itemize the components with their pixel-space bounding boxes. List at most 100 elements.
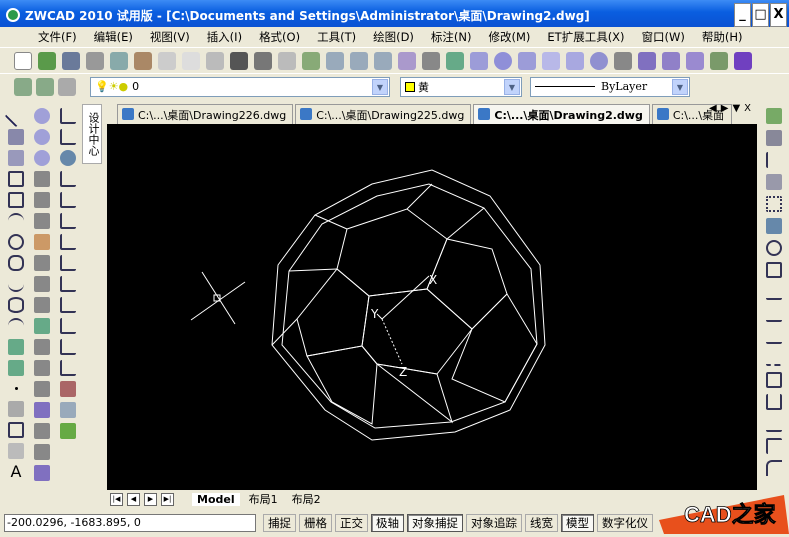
ellipse-icon[interactable]	[8, 297, 24, 313]
tab-model[interactable]: Model	[192, 492, 240, 506]
tablet-toggle[interactable]: 数字化仪	[597, 513, 653, 532]
region-icon[interactable]	[8, 422, 24, 438]
menu-file[interactable]: 文件(F)	[38, 29, 77, 45]
layer-manager-icon[interactable]	[14, 77, 32, 96]
array-icon[interactable]	[766, 196, 782, 212]
box-icon[interactable]	[470, 51, 488, 70]
otrack-toggle[interactable]: 对象追踪	[466, 513, 522, 532]
lengthen-icon[interactable]	[766, 306, 782, 322]
publish-icon[interactable]	[134, 51, 152, 70]
text-icon[interactable]: A	[8, 464, 24, 480]
chevron-down-icon[interactable]: ▼	[504, 78, 520, 95]
rotate-faces-icon[interactable]	[34, 255, 50, 271]
scroll-tabs-left-icon[interactable]: ◀	[709, 103, 717, 114]
shell-icon[interactable]	[34, 444, 50, 460]
undo-icon[interactable]	[254, 51, 272, 70]
clean-icon[interactable]	[34, 402, 50, 418]
new-icon[interactable]	[14, 51, 32, 70]
zoom-previous-icon[interactable]	[374, 51, 392, 70]
torus-icon[interactable]	[590, 51, 608, 70]
zoom-window-icon[interactable]	[350, 51, 368, 70]
taper-faces-icon[interactable]	[34, 276, 50, 292]
paste-icon[interactable]	[206, 51, 224, 70]
ucs-z-icon[interactable]	[60, 318, 76, 334]
check-icon[interactable]	[34, 465, 50, 481]
erase-icon[interactable]	[766, 108, 782, 124]
zoom-realtime-icon[interactable]	[326, 51, 344, 70]
sphere-icon[interactable]	[494, 51, 512, 70]
subtract-icon[interactable]	[34, 129, 50, 145]
circle-icon[interactable]	[8, 234, 24, 250]
trim-icon[interactable]	[766, 328, 782, 344]
design-center-panel-tab[interactable]: 设计中心	[82, 104, 102, 164]
match-properties-icon[interactable]	[230, 51, 248, 70]
last-layout-icon[interactable]: ▶|	[161, 492, 174, 506]
spline-icon[interactable]	[8, 276, 24, 292]
ucs-icon[interactable]	[734, 51, 752, 70]
revcloud-icon[interactable]	[8, 255, 24, 271]
ucs-face-icon[interactable]	[60, 171, 76, 187]
insert-block-icon[interactable]	[8, 339, 24, 355]
mirror-icon[interactable]	[766, 152, 782, 168]
render-icon[interactable]	[60, 423, 76, 439]
menu-modify[interactable]: 修改(M)	[489, 29, 531, 45]
pan-icon[interactable]	[302, 51, 320, 70]
extrude-faces-icon[interactable]	[34, 171, 50, 187]
ucs-x-icon[interactable]	[60, 276, 76, 292]
grid-toggle[interactable]: 栅格	[299, 513, 332, 532]
osnap-toggle[interactable]: 对象捕捉	[407, 513, 463, 532]
menu-insert[interactable]: 插入(I)	[207, 29, 242, 45]
extrude-icon[interactable]	[614, 51, 632, 70]
make-block-icon[interactable]	[8, 360, 24, 376]
ucs-object-icon[interactable]	[60, 150, 76, 166]
ucs-icon[interactable]	[60, 108, 76, 124]
delete-faces-icon[interactable]	[34, 234, 50, 250]
union-icon[interactable]	[34, 108, 50, 124]
ucs-view-icon[interactable]	[60, 192, 76, 208]
next-layout-icon[interactable]: ▶	[144, 492, 157, 506]
menu-draw[interactable]: 绘图(D)	[373, 29, 414, 45]
interfere-icon[interactable]	[710, 51, 728, 70]
menu-et-tools[interactable]: ET扩展工具(X)	[547, 29, 624, 45]
first-layout-icon[interactable]: |◀	[110, 492, 123, 506]
ellipse-arc-icon[interactable]	[8, 318, 24, 334]
tab-list-icon[interactable]: ▼	[732, 103, 740, 114]
ucs-apply-icon[interactable]	[60, 339, 76, 355]
tool-palette-icon[interactable]	[446, 51, 464, 70]
fillet-icon[interactable]	[766, 460, 782, 476]
scroll-tabs-right-icon[interactable]: ▶	[721, 103, 729, 114]
polar-toggle[interactable]: 极轴	[371, 513, 404, 532]
copy-icon[interactable]	[182, 51, 200, 70]
revolve-icon[interactable]	[638, 51, 656, 70]
menu-view[interactable]: 视图(V)	[150, 29, 190, 45]
layer-state-icon[interactable]	[36, 77, 54, 96]
ortho-toggle[interactable]: 正交	[335, 513, 368, 532]
redo-icon[interactable]	[278, 51, 296, 70]
ucs-3point-icon[interactable]	[60, 255, 76, 271]
imprint-icon[interactable]	[34, 381, 50, 397]
maximize-button[interactable]: □	[752, 3, 769, 27]
prev-layout-icon[interactable]: ◀	[127, 492, 140, 506]
copy-faces-icon[interactable]	[34, 297, 50, 313]
save-icon[interactable]	[62, 51, 80, 70]
linetype-dropdown[interactable]: ByLayer ▼	[530, 76, 690, 97]
doc-tab[interactable]: C:\...\桌面\Drawing226.dwg	[117, 104, 294, 124]
polyline-icon[interactable]	[8, 150, 24, 166]
tab-layout2[interactable]: 布局2	[287, 491, 326, 507]
chevron-down-icon[interactable]: ▼	[672, 78, 688, 95]
chevron-down-icon[interactable]: ▼	[372, 78, 388, 95]
minimize-button[interactable]: _	[734, 3, 751, 27]
rotate-icon[interactable]	[766, 240, 782, 256]
menu-tools[interactable]: 工具(T)	[317, 29, 356, 45]
point-icon[interactable]	[14, 387, 18, 390]
move-icon[interactable]	[766, 218, 782, 234]
color-dropdown[interactable]: 黄 ▼	[400, 76, 522, 97]
move-faces-icon[interactable]	[34, 192, 50, 208]
ucs-origin-icon[interactable]	[60, 213, 76, 229]
drawing-canvas[interactable]: X Y Z	[107, 124, 757, 490]
break-icon[interactable]	[766, 372, 782, 388]
wedge-icon[interactable]	[566, 51, 584, 70]
print-icon[interactable]	[86, 51, 104, 70]
menu-dimension[interactable]: 标注(N)	[431, 29, 472, 45]
section-icon[interactable]	[686, 51, 704, 70]
